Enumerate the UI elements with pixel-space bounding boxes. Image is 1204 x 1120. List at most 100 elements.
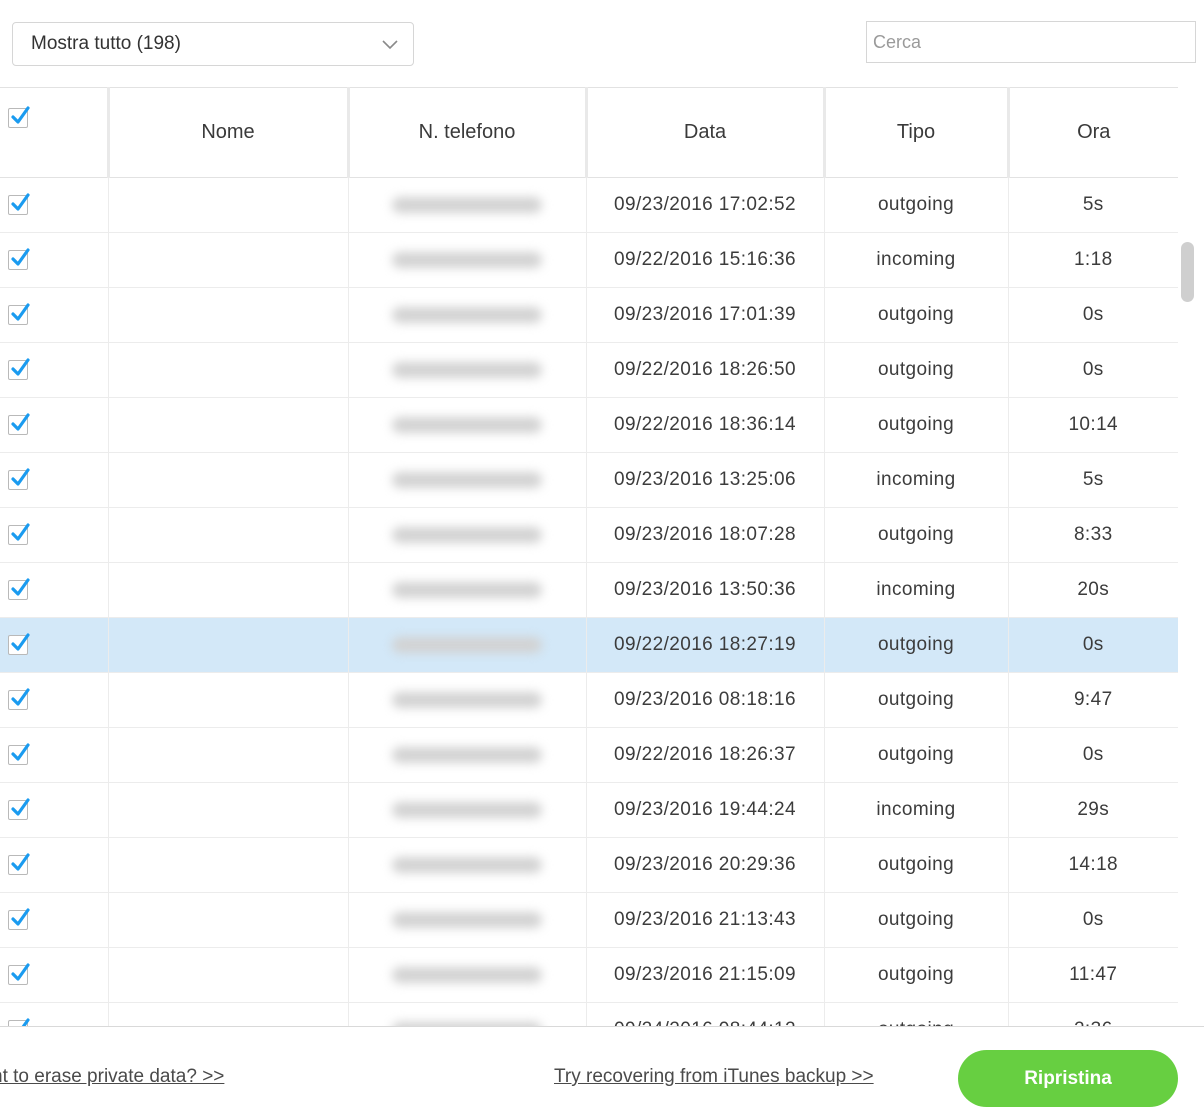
row-checkbox[interactable] [8, 468, 30, 490]
redacted-phone-number [392, 966, 542, 983]
type-cell: incoming [824, 562, 1009, 618]
type-cell: outgoing [824, 727, 1009, 783]
select-all-checkbox[interactable] [8, 106, 30, 128]
table-row[interactable]: 09/22/2016 18:26:50 outgoing 0s [0, 342, 1178, 398]
row-checkbox[interactable] [8, 688, 30, 710]
table-header: Nome N. telefono Data Tipo Ora [0, 87, 1178, 178]
duration-cell: 0s [1008, 342, 1178, 398]
row-select-cell[interactable] [0, 342, 109, 398]
table-row[interactable]: 09/23/2016 08:18:16 outgoing 9:47 [0, 672, 1178, 728]
row-select-cell[interactable] [0, 177, 109, 233]
table-row[interactable]: 09/23/2016 17:01:39 outgoing 0s [0, 287, 1178, 343]
column-header-date[interactable]: Data [586, 87, 826, 178]
row-select-cell[interactable] [0, 507, 109, 563]
table-row[interactable]: 09/22/2016 18:36:14 outgoing 10:14 [0, 397, 1178, 453]
redacted-phone-number [392, 801, 542, 818]
itunes-backup-link[interactable]: Try recovering from iTunes backup >> [554, 1066, 874, 1088]
filter-dropdown[interactable]: Mostra tutto (198) [12, 22, 414, 66]
phone-cell [348, 342, 587, 398]
row-select-cell[interactable] [0, 1002, 109, 1027]
footer-divider [0, 1026, 1204, 1027]
row-checkbox[interactable] [8, 853, 30, 875]
duration-cell: 0s [1008, 892, 1178, 948]
name-cell [108, 1002, 349, 1027]
type-cell: outgoing [824, 892, 1009, 948]
row-select-cell[interactable] [0, 782, 109, 838]
row-select-cell[interactable] [0, 727, 109, 783]
type-cell: outgoing [824, 507, 1009, 563]
row-select-cell[interactable] [0, 562, 109, 618]
duration-cell: 10:14 [1008, 397, 1178, 453]
header-select-all[interactable] [0, 87, 110, 178]
row-checkbox[interactable] [8, 743, 30, 765]
row-select-cell[interactable] [0, 947, 109, 1003]
checkmark-icon [11, 193, 30, 211]
redacted-phone-number [392, 306, 542, 323]
chevron-down-icon [382, 40, 398, 50]
row-select-cell[interactable] [0, 452, 109, 508]
row-checkbox[interactable] [8, 413, 30, 435]
row-select-cell[interactable] [0, 287, 109, 343]
checkmark-icon [11, 908, 30, 926]
table-row[interactable]: 09/23/2016 19:44:24 incoming 29s [0, 782, 1178, 838]
table-row[interactable]: 09/23/2016 17:02:52 outgoing 5s [0, 177, 1178, 233]
name-cell [108, 232, 349, 288]
search-input[interactable] [866, 21, 1196, 63]
table-row[interactable]: 09/24/2016 08:44:12outgoing2:36 [0, 1002, 1178, 1027]
date-cell: 09/23/2016 08:18:16 [586, 672, 825, 728]
row-checkbox[interactable] [8, 963, 30, 985]
call-history-table: Nome N. telefono Data Tipo Ora 09/23/201… [0, 87, 1178, 1027]
row-select-cell[interactable] [0, 892, 109, 948]
type-cell: outgoing [824, 617, 1009, 673]
row-checkbox[interactable] [8, 358, 30, 380]
table-row[interactable]: 09/23/2016 21:15:09 outgoing 11:47 [0, 947, 1178, 1003]
row-checkbox[interactable] [8, 578, 30, 600]
row-checkbox[interactable] [8, 633, 30, 655]
restore-button[interactable]: Ripristina [958, 1050, 1178, 1107]
type-cell: outgoing [824, 947, 1009, 1003]
date-cell: 09/23/2016 13:50:36 [586, 562, 825, 618]
row-checkbox[interactable] [8, 523, 30, 545]
date-cell: 09/22/2016 18:36:14 [586, 397, 825, 453]
duration-cell: 0s [1008, 727, 1178, 783]
row-checkbox[interactable] [8, 248, 30, 270]
row-checkbox[interactable] [8, 193, 30, 215]
row-select-cell[interactable] [0, 397, 109, 453]
checkmark-icon [11, 853, 30, 871]
row-select-cell[interactable] [0, 617, 109, 673]
erase-private-data-link[interactable]: nt to erase private data? >> [0, 1066, 224, 1088]
row-select-cell[interactable] [0, 232, 109, 288]
checkmark-icon [11, 358, 30, 376]
table-row[interactable]: 09/22/2016 18:27:19 outgoing 0s [0, 617, 1178, 673]
checkmark-icon [11, 468, 30, 486]
table-row[interactable]: 09/23/2016 18:07:28 outgoing 8:33 [0, 507, 1178, 563]
type-cell: outgoing [824, 672, 1009, 728]
column-header-type[interactable]: Tipo [824, 87, 1010, 178]
column-header-phone[interactable]: N. telefono [348, 87, 588, 178]
phone-cell [348, 837, 587, 893]
column-header-duration[interactable]: Ora [1008, 87, 1178, 178]
table-row[interactable]: 09/23/2016 13:25:06 incoming 5s [0, 452, 1178, 508]
row-select-cell[interactable] [0, 837, 109, 893]
name-cell [108, 177, 349, 233]
table-row[interactable]: 09/23/2016 21:13:43 outgoing 0s [0, 892, 1178, 948]
scrollbar-thumb[interactable] [1181, 242, 1194, 302]
phone-cell [348, 617, 587, 673]
row-checkbox[interactable] [8, 798, 30, 820]
name-cell [108, 452, 349, 508]
row-checkbox[interactable] [8, 303, 30, 325]
redacted-phone-number [392, 471, 542, 488]
phone-cell [348, 232, 587, 288]
column-header-name[interactable]: Nome [108, 87, 350, 178]
name-cell [108, 507, 349, 563]
type-cell: outgoing [824, 287, 1009, 343]
table-row[interactable]: 09/23/2016 13:50:36 incoming 20s [0, 562, 1178, 618]
table-row[interactable]: 09/22/2016 18:26:37 outgoing 0s [0, 727, 1178, 783]
row-checkbox[interactable] [8, 908, 30, 930]
phone-cell [348, 397, 587, 453]
table-row[interactable]: 09/23/2016 20:29:36 outgoing 14:18 [0, 837, 1178, 893]
duration-cell: 9:47 [1008, 672, 1178, 728]
row-select-cell[interactable] [0, 672, 109, 728]
type-cell: outgoing [824, 837, 1009, 893]
table-row[interactable]: 09/22/2016 15:16:36 incoming 1:18 [0, 232, 1178, 288]
